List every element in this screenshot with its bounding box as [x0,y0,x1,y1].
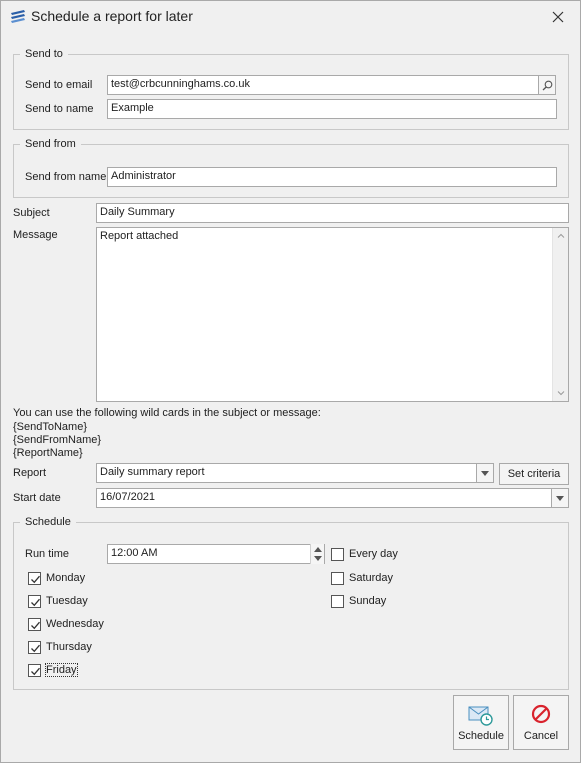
checkbox-box[interactable] [28,617,41,631]
message-text: Report attached [100,230,179,242]
message-scrollbar[interactable] [552,228,568,401]
checkbox-label: Tuesday [46,595,88,607]
send-to-legend: Send to [25,48,63,60]
subject-field[interactable]: Daily Summary [96,203,569,223]
checkbox-box[interactable] [331,594,344,608]
send-from-legend: Send from [25,138,76,150]
spin-down-icon[interactable] [314,556,322,561]
checkbox-every-day[interactable]: Every day [331,546,398,562]
checkbox-label: Sunday [349,595,387,607]
window-title: Schedule a report for later [31,8,193,24]
checkmark-icon [31,644,40,652]
start-date-dropdown-button[interactable] [551,488,569,508]
checkbox-box[interactable] [28,571,41,585]
report-select[interactable]: Daily summary report [96,463,477,483]
message-field[interactable]: Report attached [96,227,569,402]
checkmark-icon [31,667,40,675]
send-to-email-field[interactable]: test@crbcunninghams.co.uk [107,75,539,95]
chevron-down-icon [556,495,564,501]
run-time-field[interactable]: 12:00 AM [107,544,325,564]
wildcard-item: {SendToName} [13,421,87,433]
run-time-spinner[interactable] [310,544,324,564]
schedule-group: Schedule [13,516,569,690]
send-to-name-label: Send to name [25,103,94,115]
checkbox-friday[interactable]: Friday [28,662,78,678]
cancel-button[interactable]: Cancel [513,695,569,750]
title-bar: Schedule a report for later [1,1,580,33]
wildcards-intro: You can use the following wild cards in … [13,407,321,419]
checkbox-box[interactable] [331,547,344,561]
set-criteria-label: Set criteria [507,468,561,480]
checkbox-box[interactable] [28,640,41,654]
message-label: Message [13,229,58,241]
checkmark-icon [31,598,40,606]
wildcard-item: {SendFromName} [13,434,102,446]
scroll-down-icon[interactable] [557,389,565,397]
checkbox-wednesday[interactable]: Wednesday [28,616,104,632]
wildcard-item: {ReportName} [13,447,83,459]
report-dropdown-button[interactable] [476,463,494,483]
checkbox-tuesday[interactable]: Tuesday [28,593,88,609]
checkmark-icon [31,575,40,583]
close-button[interactable] [546,5,570,29]
email-lookup-button[interactable] [538,75,556,95]
spin-up-icon[interactable] [314,547,322,552]
checkbox-box[interactable] [331,571,344,585]
checkbox-label: Friday [45,663,78,677]
checkmark-icon [31,621,40,629]
checkbox-label: Monday [46,572,86,584]
search-icon [542,80,552,90]
checkbox-box[interactable] [28,663,41,677]
close-icon [552,11,564,23]
schedule-legend: Schedule [25,516,71,528]
cancel-button-label: Cancel [523,730,559,742]
schedule-button-label: Schedule [458,730,504,742]
schedule-button[interactable]: Schedule [453,695,509,750]
cancel-circle-icon [531,704,551,727]
checkbox-label: Saturday [349,572,394,584]
send-from-name-label: Send from name [25,171,107,183]
send-from-name-field[interactable]: Administrator [107,167,557,187]
start-date-label: Start date [13,492,61,504]
report-label: Report [13,467,47,479]
subject-label: Subject [13,207,50,219]
checkbox-box[interactable] [28,594,41,608]
checkbox-sunday[interactable]: Sunday [331,593,386,609]
checkbox-label: Every day [349,548,398,560]
scroll-up-icon[interactable] [557,232,565,240]
checkbox-monday[interactable]: Monday [28,570,85,586]
checkbox-thursday[interactable]: Thursday [28,639,92,655]
start-date-field[interactable]: 16/07/2021 [96,488,552,508]
run-time-label: Run time [25,548,70,560]
schedule-report-dialog: Schedule a report for later Send to Send… [0,0,581,763]
envelope-clock-icon [468,704,494,729]
checkbox-label: Thursday [46,641,92,653]
chevron-down-icon [481,470,489,476]
set-criteria-button[interactable]: Set criteria [499,463,569,485]
send-to-email-label: Send to email [25,79,93,91]
report-icon [9,9,27,25]
checkbox-saturday[interactable]: Saturday [331,570,393,586]
checkbox-label: Wednesday [46,618,104,630]
send-to-name-field[interactable]: Example [107,99,557,119]
